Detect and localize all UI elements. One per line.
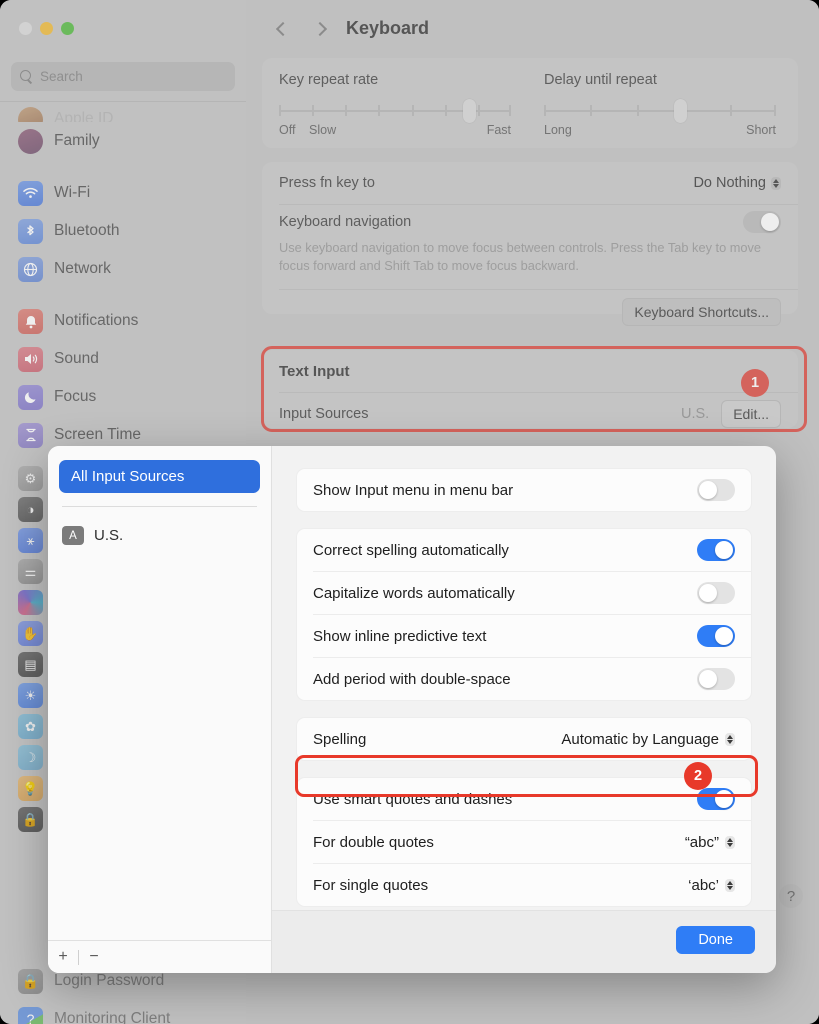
list-divider — [62, 506, 257, 507]
capitalize-words-label: Capitalize words automatically — [313, 584, 515, 602]
show-input-menu-label: Show Input menu in menu bar — [313, 481, 514, 499]
double-quotes-popup[interactable]: “abc” — [685, 834, 735, 851]
double-quotes-label: For double quotes — [313, 833, 434, 851]
inline-predictive-text-toggle[interactable] — [697, 625, 735, 647]
capitalize-words-toggle[interactable] — [697, 582, 735, 604]
spelling-popup[interactable]: Automatic by Language — [561, 731, 735, 748]
capitalize-words-row[interactable]: Capitalize words automatically — [297, 572, 751, 614]
typing-options-card: Correct spelling automatically Capitaliz… — [296, 528, 752, 701]
sheet-footer: Done — [272, 910, 776, 973]
add-period-toggle[interactable] — [697, 668, 735, 690]
list-footer-toolbar: + − — [48, 940, 271, 973]
input-sources-options-panel: Show Input menu in menu bar Correct spel… — [272, 446, 776, 973]
spelling-card: Spelling Automatic by Language — [296, 717, 752, 761]
input-sources-sheet: All Input Sources A U.S. + − Show Input … — [48, 446, 776, 973]
input-sources-list-panel: All Input Sources A U.S. + − — [48, 446, 272, 973]
all-input-sources-item[interactable]: All Input Sources — [59, 460, 260, 493]
input-source-label: U.S. — [94, 527, 124, 544]
chevron-updown-icon — [725, 732, 735, 746]
add-period-row[interactable]: Add period with double-space — [297, 658, 751, 700]
add-period-label: Add period with double-space — [313, 670, 511, 688]
spelling-label: Spelling — [313, 730, 367, 748]
spelling-value: Automatic by Language — [561, 730, 719, 748]
menu-bar-card: Show Input menu in menu bar — [296, 468, 752, 512]
remove-input-source-button[interactable]: − — [79, 941, 109, 973]
annotation-badge-2: 2 — [684, 762, 712, 790]
correct-spelling-toggle[interactable] — [697, 539, 735, 561]
chevron-updown-icon — [725, 835, 735, 849]
show-input-menu-row[interactable]: Show Input menu in menu bar — [297, 469, 751, 511]
chevron-updown-icon — [725, 878, 735, 892]
add-input-source-button[interactable]: + — [48, 941, 78, 973]
show-input-menu-toggle[interactable] — [697, 479, 735, 501]
double-quotes-value: “abc” — [684, 833, 719, 851]
smart-quotes-card: Use smart quotes and dashes For double q… — [296, 777, 752, 907]
options-scroll-area: Show Input menu in menu bar Correct spel… — [272, 446, 776, 910]
keyboard-layout-a-icon: A — [62, 526, 84, 545]
inline-predictive-text-row[interactable]: Show inline predictive text — [297, 615, 751, 657]
single-quotes-value: ‘abc’ — [688, 876, 719, 894]
done-button[interactable]: Done — [676, 926, 755, 954]
correct-spelling-label: Correct spelling automatically — [313, 541, 509, 559]
single-quotes-label: For single quotes — [313, 876, 429, 894]
input-source-item-us[interactable]: A U.S. — [48, 520, 271, 551]
use-smart-quotes-toggle[interactable] — [697, 788, 735, 810]
inline-predictive-text-label: Show inline predictive text — [313, 627, 487, 645]
correct-spelling-row[interactable]: Correct spelling automatically — [297, 529, 751, 571]
single-quotes-popup[interactable]: ‘abc’ — [688, 877, 735, 894]
use-smart-quotes-label: Use smart quotes and dashes — [313, 790, 513, 808]
spelling-row[interactable]: Spelling Automatic by Language — [297, 718, 751, 760]
double-quotes-row[interactable]: For double quotes “abc” — [297, 821, 751, 863]
single-quotes-row[interactable]: For single quotes ‘abc’ — [297, 864, 751, 906]
system-settings-window: Search Apple ID Family Wi-Fi Bluetooth N… — [0, 0, 819, 1024]
use-smart-quotes-row[interactable]: Use smart quotes and dashes — [297, 778, 751, 820]
